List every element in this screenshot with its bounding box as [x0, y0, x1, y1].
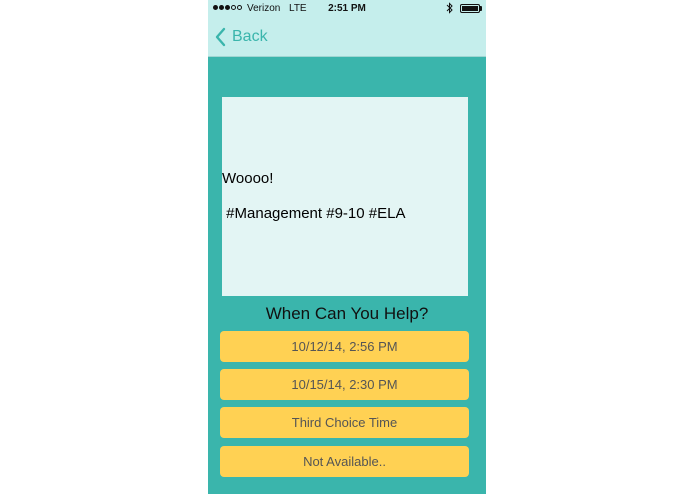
- navigation-bar: Back: [208, 18, 486, 57]
- time-choice-button-1[interactable]: 10/12/14, 2:56 PM: [220, 331, 469, 362]
- status-bar: Verizon LTE 2:51 PM: [208, 0, 486, 18]
- post-hashtags: #Management #9-10 #ELA: [222, 205, 406, 222]
- battery-icon: [460, 4, 480, 13]
- not-available-button[interactable]: Not Available..: [220, 446, 469, 477]
- post-text: Woooo! #Management #9-10 #ELA: [222, 170, 468, 222]
- back-button[interactable]: Back: [214, 26, 268, 48]
- app-screen: Verizon LTE 2:51 PM Back Woooo! #Managem…: [208, 0, 486, 494]
- time-choice-button-3[interactable]: Third Choice Time: [220, 407, 469, 438]
- battery-tip: [480, 6, 482, 11]
- time-choice-button-2[interactable]: 10/15/14, 2:30 PM: [220, 369, 469, 400]
- chevron-left-icon: [215, 27, 226, 47]
- back-label: Back: [232, 28, 268, 45]
- post-card: Woooo! #Management #9-10 #ELA: [222, 97, 468, 296]
- bluetooth-icon: [446, 2, 453, 14]
- section-title: When Can You Help?: [265, 304, 429, 323]
- post-message: Woooo!: [222, 170, 274, 187]
- status-time: 2:51 PM: [328, 3, 366, 14]
